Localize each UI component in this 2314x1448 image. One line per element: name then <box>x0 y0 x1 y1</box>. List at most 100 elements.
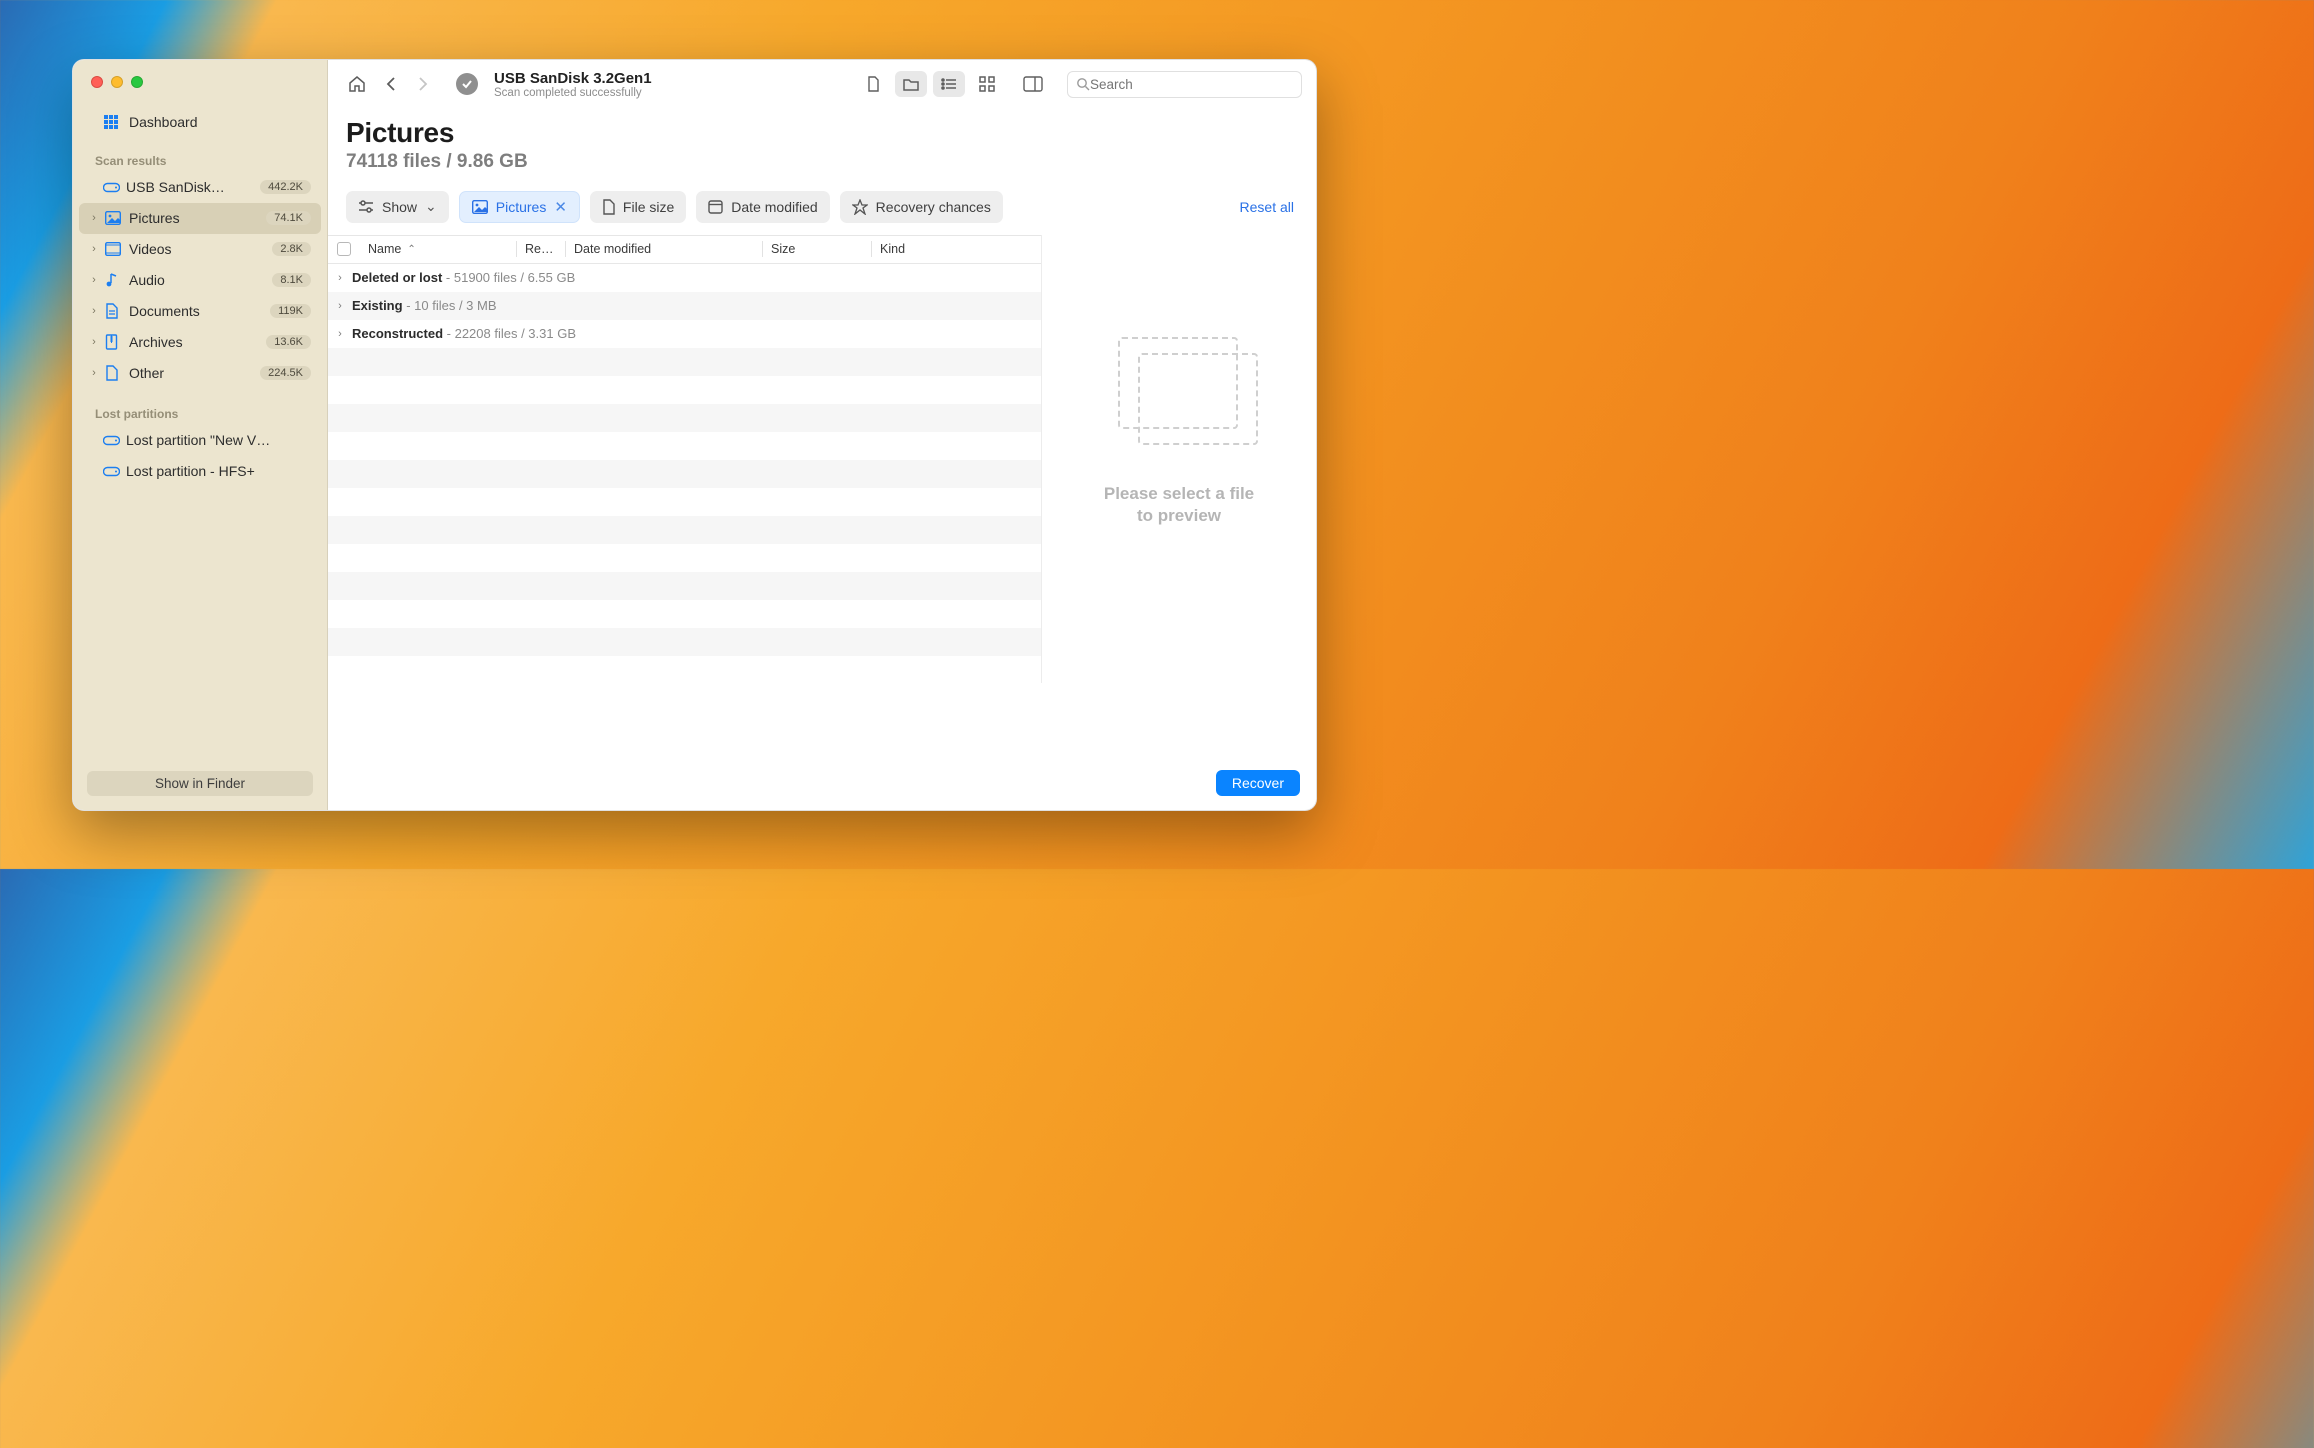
document-icon <box>105 303 123 319</box>
content-columns: Name ⌃ Re…es Date modified Size Kind › D <box>328 235 1316 683</box>
app-window: Dashboard Scan results USB SanDisk… 442.… <box>72 59 1317 811</box>
device-subtitle: Scan completed successfully <box>494 87 652 99</box>
preview-pane: Please select a fileto preview <box>1041 235 1316 683</box>
recovery-chances-filter-button[interactable]: Recovery chances <box>840 191 1003 223</box>
device-title: USB SanDisk 3.2Gen1 <box>494 70 652 87</box>
recover-button[interactable]: Recover <box>1216 770 1300 796</box>
empty-row <box>328 432 1041 460</box>
empty-row <box>328 628 1041 656</box>
show-in-finder-button[interactable]: Show in Finder <box>87 771 313 796</box>
table-row[interactable]: › Existing - 10 files / 3 MB <box>328 292 1041 320</box>
chip-label: Pictures <box>496 199 547 215</box>
page-title: Pictures <box>346 117 1298 149</box>
sidebar-footer: Show in Finder <box>73 761 327 810</box>
results-table: Name ⌃ Re…es Date modified Size Kind › D <box>328 235 1041 683</box>
main: USB SanDisk 3.2Gen1 Scan completed succe… <box>328 60 1316 810</box>
forward-button[interactable] <box>408 70 438 98</box>
sidebar-item-label: USB SanDisk… <box>126 179 254 195</box>
image-icon <box>105 211 123 225</box>
reset-all-link[interactable]: Reset all <box>1240 199 1298 215</box>
chevron-right-icon: › <box>89 243 99 255</box>
page-subtitle: 74118 files / 9.86 GB <box>346 151 1298 173</box>
sidebar-item-label: Audio <box>129 272 266 288</box>
row-meta: - 10 files / 3 MB <box>403 298 497 313</box>
scan-results-label: Scan results <box>73 136 327 172</box>
filter-row: Show ⌄ Pictures ✕ File size Date modifie… <box>328 187 1316 235</box>
sidebar-item-videos[interactable]: › Videos 2.8K <box>79 234 321 265</box>
sidebar: Dashboard Scan results USB SanDisk… 442.… <box>73 60 328 810</box>
file-size-filter-button[interactable]: File size <box>590 191 686 223</box>
sidebar-item-archives[interactable]: › Archives 13.6K <box>79 327 321 358</box>
sidebar-lost-partition[interactable]: Lost partition - HFS+ <box>79 456 321 487</box>
count-badge: 13.6K <box>266 335 311 349</box>
sidebar-item-audio[interactable]: › Audio 8.1K <box>79 265 321 296</box>
back-button[interactable] <box>376 70 406 98</box>
table-row[interactable]: › Reconstructed - 22208 files / 3.31 GB <box>328 320 1041 348</box>
search-icon <box>1076 77 1090 91</box>
col-name[interactable]: Name ⌃ <box>360 242 516 256</box>
footer: Recover <box>328 760 1316 810</box>
sidebar-item-label: Videos <box>129 241 266 257</box>
col-label: Name <box>368 242 401 256</box>
file-icon <box>105 365 123 381</box>
view-folders-button[interactable] <box>895 71 927 97</box>
row-meta: - 22208 files / 3.31 GB <box>443 326 576 341</box>
row-label: Reconstructed <box>352 326 443 341</box>
date-modified-filter-button[interactable]: Date modified <box>696 191 829 223</box>
expand-icon[interactable]: › <box>328 272 352 284</box>
sidebar-item-label: Lost partition "New V… <box>126 432 311 448</box>
empty-row <box>328 544 1041 572</box>
close-window-button[interactable] <box>91 76 103 88</box>
chevron-right-icon: › <box>89 305 99 317</box>
preview-pane-toggle[interactable] <box>1017 71 1049 97</box>
count-badge: 119K <box>270 304 311 318</box>
lost-partitions-label: Lost partitions <box>73 389 327 425</box>
sidebar-item-label: Archives <box>129 334 260 350</box>
search-field[interactable] <box>1067 71 1302 98</box>
table-row[interactable]: › Deleted or lost - 51900 files / 6.55 G… <box>328 264 1041 292</box>
select-all-checkbox[interactable] <box>328 242 360 256</box>
col-size[interactable]: Size <box>763 242 871 256</box>
row-meta: - 51900 files / 6.55 GB <box>442 270 575 285</box>
empty-row <box>328 376 1041 404</box>
remove-filter-icon[interactable]: ✕ <box>554 198 567 216</box>
col-resolution[interactable]: Re…es <box>517 242 565 256</box>
sidebar-item-documents[interactable]: › Documents 119K <box>79 296 321 327</box>
sidebar-lost-partition[interactable]: Lost partition "New V… <box>79 425 321 456</box>
count-badge: 442.2K <box>260 180 311 194</box>
pictures-filter-chip[interactable]: Pictures ✕ <box>459 191 580 223</box>
chevron-right-icon: › <box>89 274 99 286</box>
expand-icon[interactable]: › <box>328 328 352 340</box>
count-badge: 2.8K <box>272 242 311 256</box>
home-button[interactable] <box>342 70 372 98</box>
row-label: Deleted or lost <box>352 270 442 285</box>
count-badge: 74.1K <box>266 211 311 225</box>
expand-icon[interactable]: › <box>328 300 352 312</box>
sidebar-item-label: Pictures <box>129 210 260 226</box>
maximize-window-button[interactable] <box>131 76 143 88</box>
empty-row <box>328 488 1041 516</box>
chip-label: Date modified <box>731 199 817 215</box>
minimize-window-button[interactable] <box>111 76 123 88</box>
row-label: Existing <box>352 298 403 313</box>
archive-icon <box>105 334 123 350</box>
search-input[interactable] <box>1090 77 1293 92</box>
sidebar-item-other[interactable]: › Other 224.5K <box>79 358 321 389</box>
chevron-down-icon: ⌄ <box>425 198 437 215</box>
count-badge: 8.1K <box>272 273 311 287</box>
show-filter-button[interactable]: Show ⌄ <box>346 191 449 223</box>
sidebar-item-pictures[interactable]: › Pictures 74.1K <box>79 203 321 234</box>
empty-row <box>328 572 1041 600</box>
col-kind[interactable]: Kind <box>872 242 1041 256</box>
drive-icon <box>103 434 120 446</box>
view-grid-button[interactable] <box>971 71 1003 97</box>
sidebar-dashboard[interactable]: Dashboard <box>79 108 321 136</box>
sidebar-device[interactable]: USB SanDisk… 442.2K <box>79 172 321 203</box>
col-date-modified[interactable]: Date modified <box>566 242 762 256</box>
empty-row <box>328 348 1041 376</box>
view-list-button[interactable] <box>933 71 965 97</box>
view-files-button[interactable] <box>857 71 889 97</box>
chip-label: File size <box>623 199 674 215</box>
preview-placeholder-text: Please select a fileto preview <box>1104 483 1254 527</box>
empty-row <box>328 516 1041 544</box>
